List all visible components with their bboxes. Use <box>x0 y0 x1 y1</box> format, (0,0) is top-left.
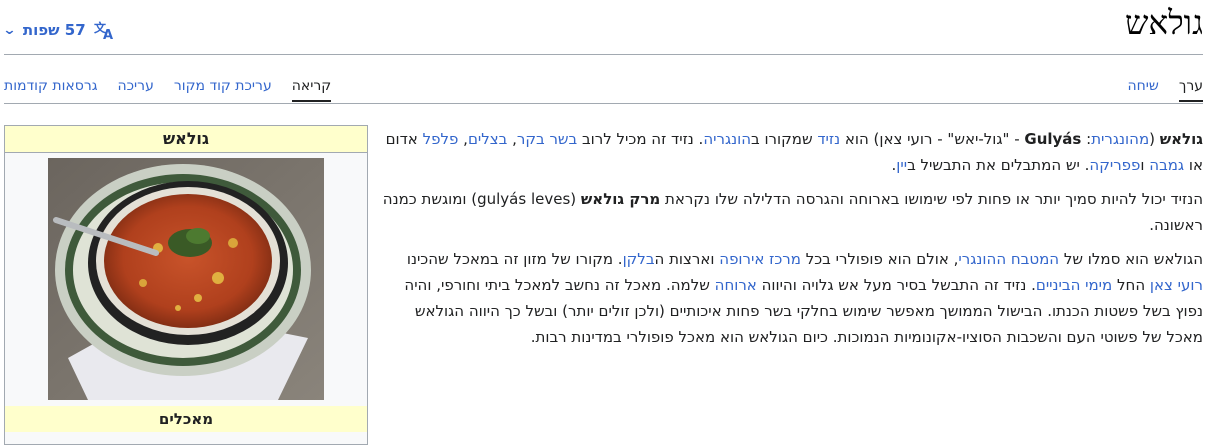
paragraph-intro: גולאש (מהונגרית: Gulyás - "גול-יאש" - רו… <box>382 126 1203 178</box>
svg-text:A: A <box>103 28 113 40</box>
text: הגולאש הוא סמלו של <box>1059 250 1203 268</box>
text: שמקורו ב <box>751 130 818 148</box>
link-bell-pepper[interactable]: גמבה <box>1149 156 1184 174</box>
link-beef[interactable]: בשר בקר <box>517 130 577 148</box>
languages-label: 57 שפות <box>22 21 86 39</box>
text: הנזיד יכול להיות סמיך יותר או פחות לפי ש… <box>660 190 1203 208</box>
paragraph-soup: הנזיד יכול להיות סמיך יותר או פחות לפי ש… <box>382 186 1203 238</box>
tab-edit[interactable]: עריכה <box>118 78 154 102</box>
bold-term: Gulyás <box>1024 130 1082 148</box>
link-onions[interactable]: בצלים <box>468 130 507 148</box>
text: ו <box>1140 156 1150 174</box>
text: - "גול-יאש" - רועי צאן) הוא <box>840 130 1025 148</box>
tab-article[interactable]: ערך <box>1178 78 1203 102</box>
link-shepherds[interactable]: רועי צאן <box>1150 276 1203 294</box>
page-title: גולאש <box>1125 6 1203 42</box>
infobox-caption: מאכלים <box>5 406 367 432</box>
link-balkans[interactable]: בלקן <box>623 250 655 268</box>
bold-term: מרק גולאש <box>580 190 661 208</box>
text: . יש המתבלים את התבשיל ב <box>907 156 1090 174</box>
paragraph-history: הגולאש הוא סמלו של המטבח ההונגרי, אולם ה… <box>382 246 1203 350</box>
text: וארצות ה <box>654 250 720 268</box>
text: , <box>458 130 468 148</box>
translate-icon: 文 A <box>94 20 113 40</box>
link-hungarian-cuisine[interactable]: המטבח ההונגרי <box>958 250 1059 268</box>
bold-term: גולאש <box>1159 130 1203 148</box>
languages-button[interactable]: ⌄ 57 שפות 文 A <box>2 18 116 42</box>
link-wine[interactable]: יין <box>896 156 907 174</box>
tab-talk[interactable]: שיחה <box>1127 78 1158 102</box>
link-middle-ages[interactable]: מימי הביניים <box>1036 276 1112 294</box>
article-body: גולאש (מהונגרית: Gulyás - "גול-יאש" - רו… <box>382 126 1203 358</box>
tabs-divider <box>4 103 1203 104</box>
link-hungary[interactable]: הונגריה <box>703 130 751 148</box>
text: , <box>507 130 517 148</box>
text: . נזיד זה מכיל לרוב <box>577 130 704 148</box>
link-stew[interactable]: נזיד <box>817 130 840 148</box>
tab-history[interactable]: גרסאות קודמות <box>4 78 98 102</box>
tab-read[interactable]: קריאה <box>291 78 332 102</box>
link-from-hungarian[interactable]: מהונגרית <box>1091 130 1149 148</box>
chevron-down-icon: ⌄ <box>2 22 17 38</box>
link-meal[interactable]: ארוחה <box>715 276 757 294</box>
link-pepper[interactable]: פלפל <box>423 130 459 148</box>
link-paprika[interactable]: פפריקה <box>1089 156 1140 174</box>
text: החל <box>1112 276 1150 294</box>
text: . נזיד זה התבשל בסיר מעל אש גלויה והיווה <box>756 276 1036 294</box>
infobox-title: גולאש <box>5 126 367 153</box>
namespace-tabs: ערך שיחה <box>1127 78 1203 102</box>
goulash-soup-image[interactable] <box>48 158 324 400</box>
infobox: גולאש מאכלים <box>4 125 368 445</box>
text: : <box>1081 130 1092 148</box>
title-divider <box>4 54 1203 55</box>
view-tabs: קריאה עריכת קוד מקור עריכה גרסאות קודמות <box>4 78 332 102</box>
link-central-europe[interactable]: מרכז אירופה <box>719 250 801 268</box>
text: ( <box>1149 130 1160 148</box>
text: , אולם הוא פופולרי בכל <box>800 250 959 268</box>
tab-edit-source[interactable]: עריכת קוד מקור <box>174 78 272 102</box>
text: . מקורו של מזון זה במאכל שהכינו <box>406 250 623 268</box>
